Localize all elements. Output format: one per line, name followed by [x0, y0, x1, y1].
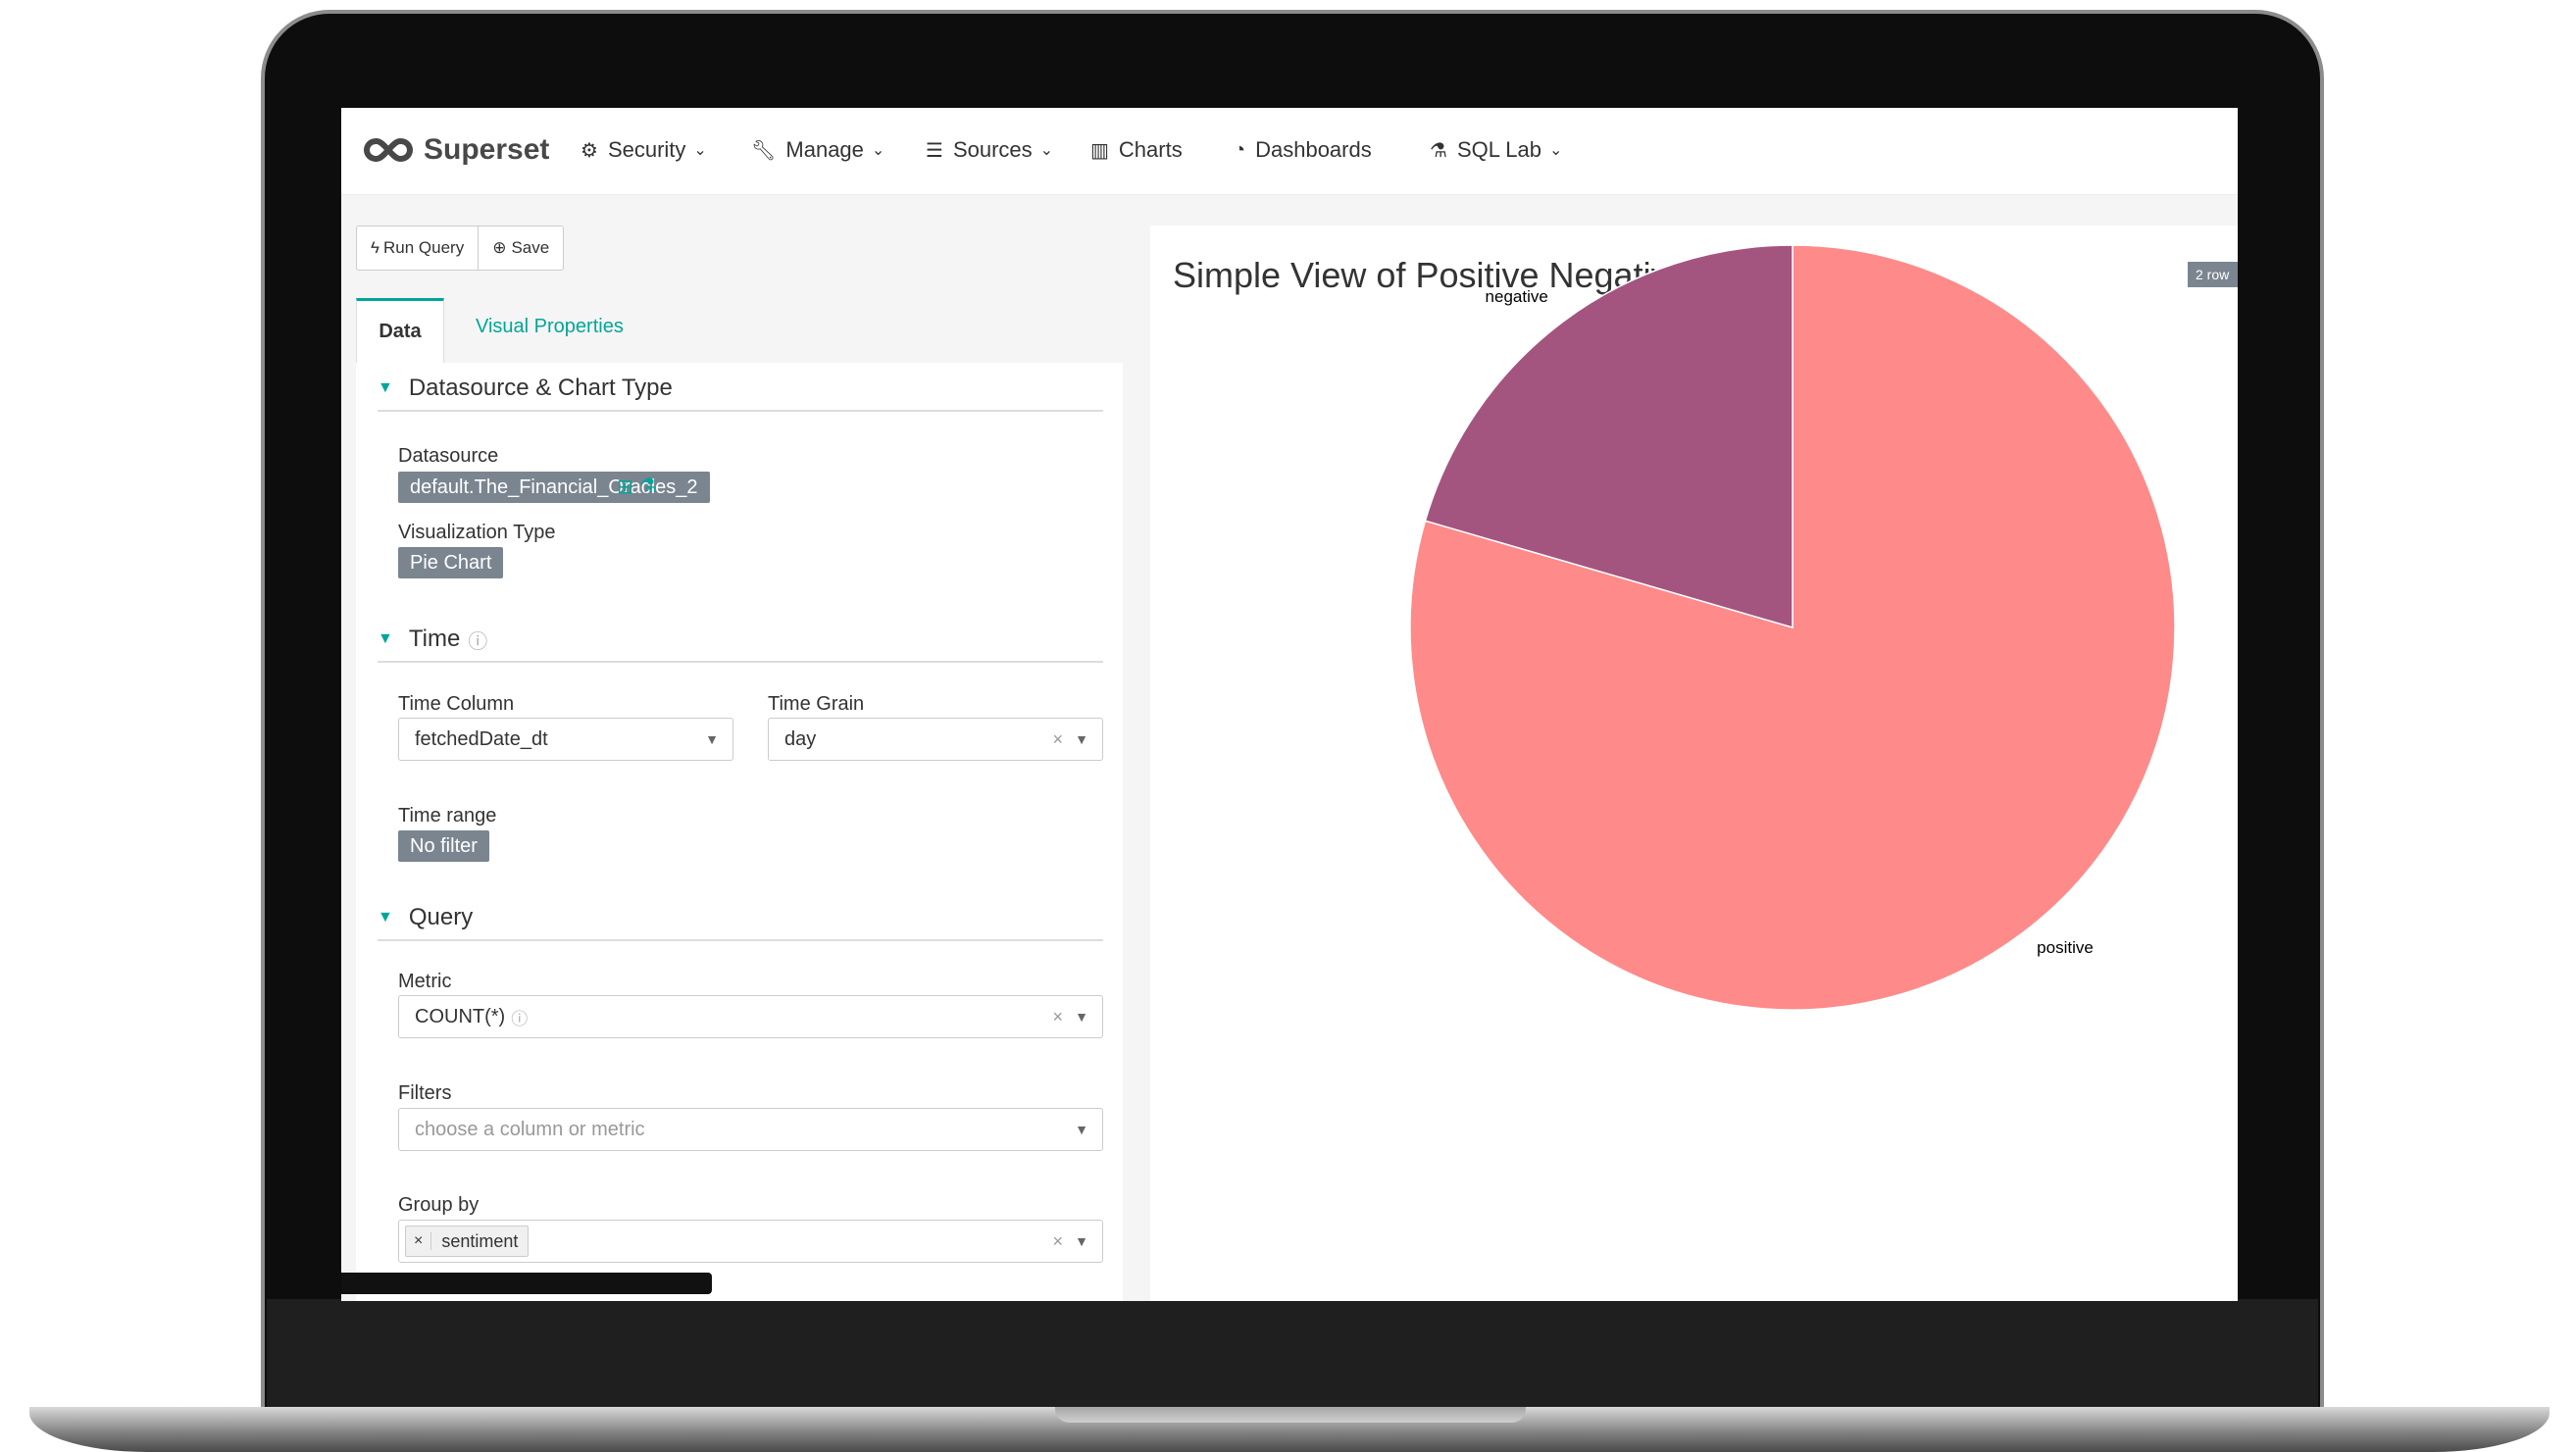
time-column-label: Time Column	[398, 693, 515, 715]
run-query-button[interactable]: ϟ Run Query	[357, 226, 478, 270]
time-grain-value: day	[784, 727, 817, 750]
viz-type-label: Visualization Type	[398, 522, 556, 543]
chevron-down-icon: ⌄	[871, 142, 885, 159]
filters-placeholder: choose a column or metric	[415, 1118, 645, 1140]
tab-visual-properties[interactable]: Visual Properties	[476, 316, 624, 338]
tab-data[interactable]: Data	[356, 298, 444, 363]
datasource-tag[interactable]: default.The_Financial_Oracles_2	[398, 472, 710, 503]
nav-dashboards-label: Dashboards	[1255, 137, 1372, 162]
question-icon[interactable]: ⓘ	[511, 1005, 528, 1029]
nav-security[interactable]: ⚙ Security ⌄	[581, 137, 707, 163]
caret-down-icon: ▼	[1075, 1233, 1088, 1249]
screen: Superset ⚙ Security ⌄ 🔧︎ Manage ⌄ ☰ Sour…	[341, 108, 2238, 1301]
section-datasource-title: Datasource & Chart Type	[408, 375, 673, 401]
time-grain-select[interactable]: day × ▼	[768, 718, 1103, 761]
time-column-select[interactable]: fetchedDate_dt ▼	[398, 718, 733, 761]
filters-select[interactable]: choose a column or metric ▼	[398, 1108, 1103, 1151]
groupby-pill-label: sentiment	[441, 1230, 519, 1251]
nav-security-label: Security	[607, 137, 686, 162]
metric-select[interactable]: COUNT(*) ⓘ × ▼	[398, 995, 1103, 1038]
datasource-label: Datasource	[398, 445, 499, 467]
bar-chart-icon: ▥	[1090, 139, 1109, 162]
caret-down-icon: ▼	[378, 909, 393, 926]
time-range-tag[interactable]: No filter	[398, 830, 489, 862]
metric-value: COUNT(*)	[415, 1005, 506, 1027]
status-bar	[341, 1273, 712, 1294]
metric-label: Metric	[398, 971, 452, 992]
chevron-down-icon: ⌄	[693, 142, 707, 159]
section-query-title: Query	[408, 904, 474, 930]
chevron-down-icon: ⌄	[1548, 142, 1563, 159]
flask-icon: ⚗	[1430, 139, 1447, 162]
laptop-chin	[267, 1299, 2318, 1422]
time-column-value: fetchedDate_dt	[415, 727, 548, 750]
add-datasource-icon[interactable]: ⊞	[617, 475, 633, 499]
groupby-select[interactable]: × sentiment × ▼	[398, 1220, 1103, 1263]
pie-label-positive: positive	[2037, 938, 2094, 957]
info-icon[interactable]: ⓘ	[468, 626, 487, 654]
save-label: Save	[511, 238, 550, 257]
control-panel: ▼ Datasource & Chart Type Datasource def…	[356, 363, 1123, 1301]
chart-panel: Simple View of Positive Negative ☆ ✎ 2 r…	[1150, 225, 2238, 1301]
wrench-icon: 🔧︎	[751, 139, 777, 162]
dashboard-icon: ◔	[1234, 138, 1246, 161]
pie-label-negative: negative	[1486, 287, 1548, 306]
nav-charts-label: Charts	[1118, 137, 1183, 162]
nav-sql-lab[interactable]: ⚗ SQL Lab ⌄	[1430, 137, 1562, 163]
database-icon: ☰	[926, 139, 943, 162]
time-range-label: Time range	[398, 805, 497, 826]
clear-icon[interactable]: ×	[1052, 1231, 1063, 1252]
section-query-header[interactable]: ▼ Query	[378, 896, 1103, 941]
nav-dashboards[interactable]: ◔ Dashboards	[1234, 137, 1372, 163]
time-grain-label: Time Grain	[768, 693, 865, 715]
caret-down-icon: ▼	[1075, 1122, 1088, 1137]
query-button-group: ϟ Run Query ⊕ Save	[356, 225, 565, 271]
plus-circle-icon: ⊕	[492, 238, 507, 257]
section-time-title: Time	[408, 626, 461, 652]
chevron-down-icon: ⌄	[1039, 142, 1054, 159]
filters-label: Filters	[398, 1082, 452, 1104]
groupby-label: Group by	[398, 1194, 480, 1216]
clear-icon[interactable]: ×	[1052, 1007, 1063, 1027]
nav-sources-label: Sources	[952, 137, 1033, 162]
pie-chart: positive negative	[1409, 244, 2176, 1011]
brand[interactable]: Superset	[363, 133, 549, 167]
nav-sources[interactable]: ☰ Sources ⌄	[926, 137, 1053, 163]
section-time-header[interactable]: ▼ Time ⓘ	[378, 618, 1103, 663]
groupby-pill[interactable]: × sentiment	[405, 1226, 530, 1257]
superset-logo-icon	[363, 137, 414, 163]
control-tabs: Data Visual Properties	[356, 298, 1123, 364]
caret-down-icon: ▼	[705, 731, 719, 747]
caret-down-icon: ▼	[378, 379, 393, 396]
caret-down-icon: ▼	[1075, 1009, 1088, 1025]
flask-icon[interactable]: ⚗	[639, 474, 657, 498]
section-datasource-header[interactable]: ▼ Datasource & Chart Type	[378, 367, 1103, 412]
navbar: Superset ⚙ Security ⌄ 🔧︎ Manage ⌄ ☰ Sour…	[341, 108, 2238, 195]
brand-name: Superset	[424, 133, 550, 166]
laptop-notch	[1055, 1407, 1526, 1423]
caret-down-icon: ▼	[378, 630, 393, 647]
remove-icon[interactable]: ×	[406, 1232, 432, 1250]
nav-charts[interactable]: ▥ Charts	[1090, 137, 1183, 163]
save-button[interactable]: ⊕ Save	[478, 226, 563, 270]
run-query-label: Run Query	[383, 238, 465, 257]
nav-manage-label: Manage	[785, 137, 864, 162]
nav-sql-lab-label: SQL Lab	[1456, 137, 1541, 162]
nav-manage[interactable]: 🔧︎ Manage ⌄	[751, 137, 884, 163]
gears-icon: ⚙	[581, 139, 598, 162]
bolt-icon: ϟ	[371, 238, 379, 257]
clear-icon[interactable]: ×	[1052, 729, 1063, 750]
viz-type-tag[interactable]: Pie Chart	[398, 547, 504, 578]
caret-down-icon: ▼	[1075, 731, 1088, 747]
